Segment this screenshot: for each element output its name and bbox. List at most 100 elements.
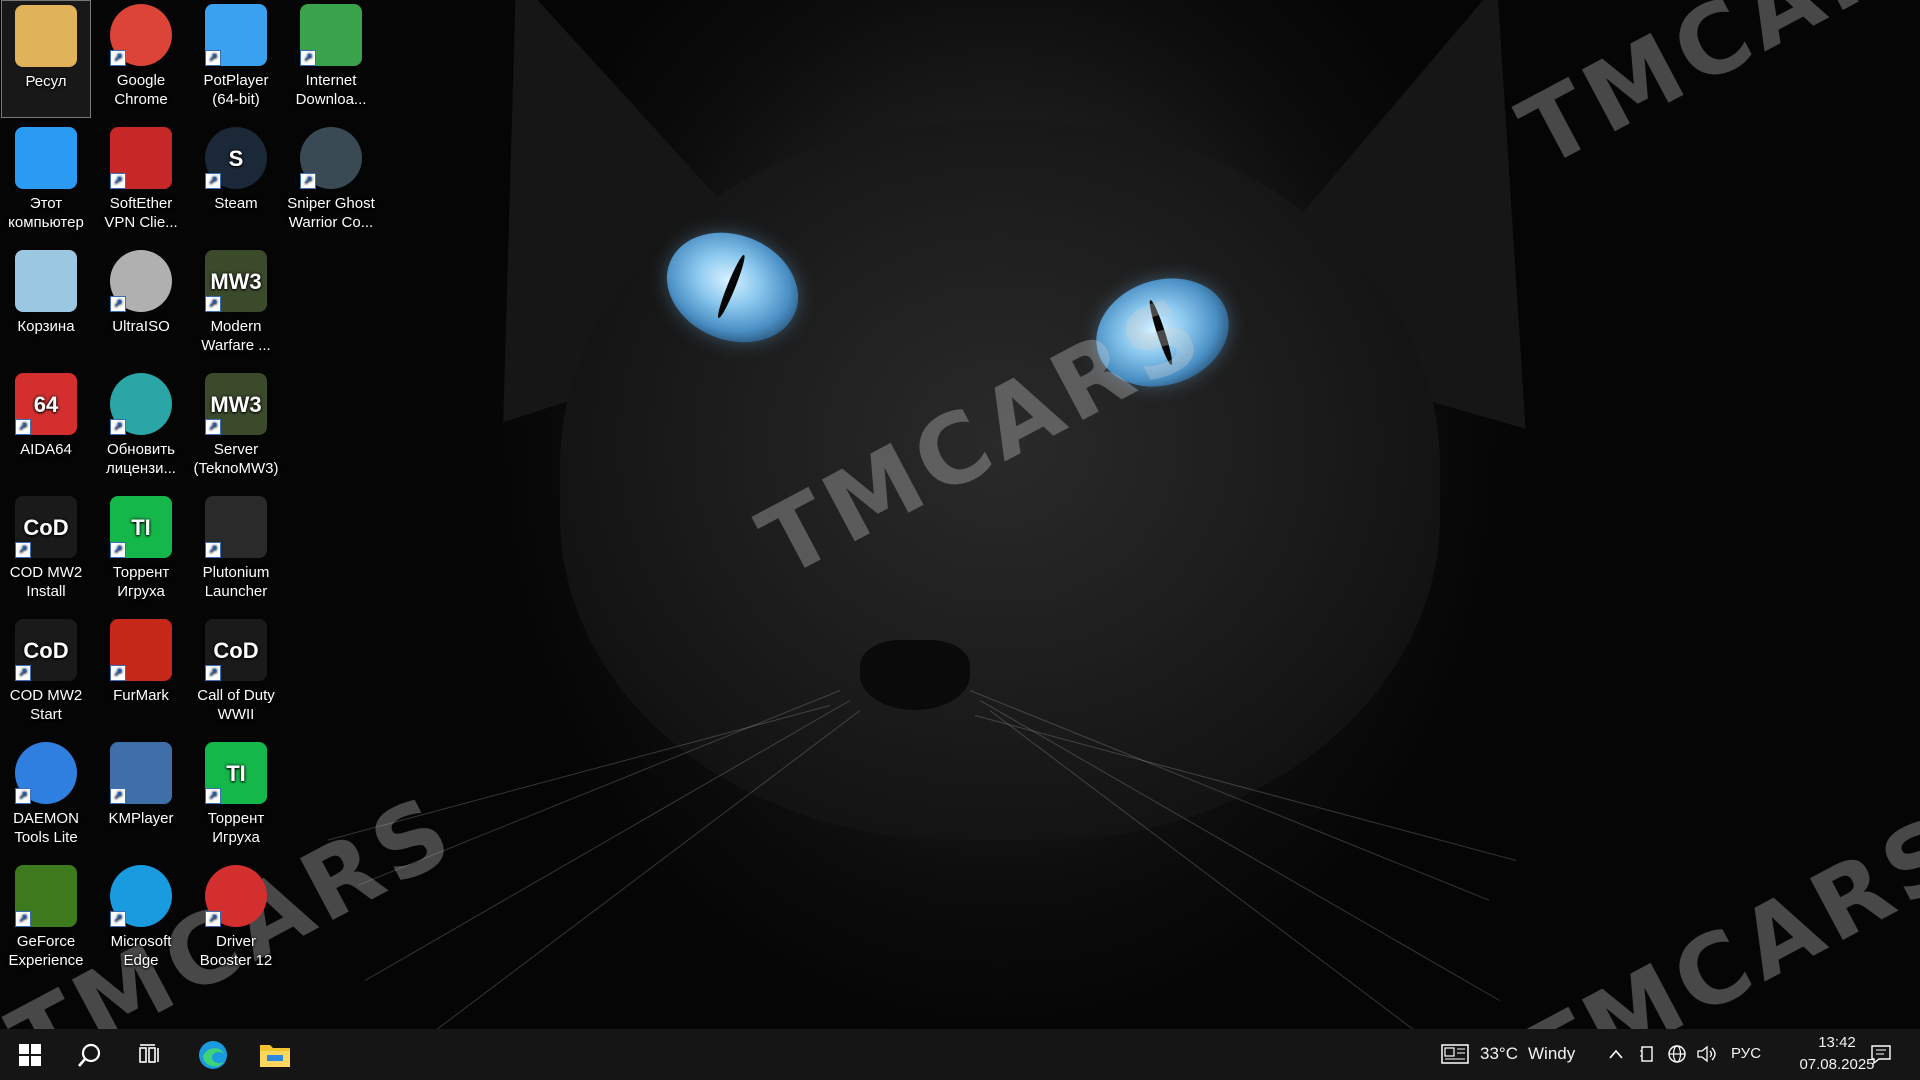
desktop-icon[interactable]: MW3 ↗ Server (TeknoMW3) [191,369,281,487]
desktop-icon-label: Google Chrome [114,72,168,108]
desktop-icon[interactable]: Корзина [1,246,91,364]
device-icon[interactable] [1636,1043,1658,1065]
desktop-icon-label: UltraISO [112,318,170,335]
plutonium-launcher-icon: ↗ [205,496,267,558]
steam-icon: S ↗ [205,127,267,189]
desktop-icon-label: Этот компьютер [8,195,84,231]
input-language-indicator[interactable]: РУС [1731,1045,1761,1062]
desktop-icon[interactable]: ↗ Driver Booster 12 [191,861,281,979]
edge-icon: ↗ [110,865,172,927]
watermark-text: TMCARS [1502,792,1920,1029]
driver-booster-icon: ↗ [205,865,267,927]
torrent-igruha-icon: TI ↗ [110,496,172,558]
desktop-icon[interactable]: TI ↗ Торрент Игруха [96,492,186,610]
network-globe-icon[interactable] [1666,1043,1688,1065]
chrome-icon: ↗ [110,4,172,66]
desktop-icon[interactable]: ↗ SoftEther VPN Clie... [96,123,186,241]
aida64-icon: 64 ↗ [15,373,77,435]
shortcut-arrow-icon: ↗ [110,911,126,927]
start-button[interactable] [0,1029,60,1080]
desktop-icon-label: Обновить лицензи... [106,441,176,477]
call-of-duty-wwii-icon: CoD ↗ [205,619,267,681]
desktop-icon[interactable]: ↗ KMPlayer [96,738,186,856]
shortcut-arrow-icon: ↗ [15,665,31,681]
shortcut-arrow-icon: ↗ [205,173,221,189]
search-icon [78,1043,101,1067]
geforce-experience-icon: ↗ [15,865,77,927]
shortcut-arrow-icon: ↗ [110,419,126,435]
show-hidden-icons-chevron-icon[interactable] [1605,1043,1627,1065]
volume-icon[interactable] [1696,1043,1718,1065]
desktop-icon-label: Call of Duty WWII [197,687,275,723]
desktop-icon-label: Modern Warfare ... [201,318,271,354]
desktop-icon[interactable]: CoD ↗ COD MW2 Install [1,492,91,610]
desktop-icon-label: Internet Downloa... [295,72,367,108]
shortcut-arrow-icon: ↗ [110,788,126,804]
weather-condition[interactable]: Windy [1528,1044,1575,1064]
this-pc-icon [15,127,77,189]
desktop-icon-label: COD MW2 Start [9,687,83,723]
wallpaper-cat-face [560,120,1440,840]
desktop-icon-label: Plutonium Launcher [202,564,270,600]
taskbar-edge-button[interactable] [183,1029,243,1080]
shortcut-arrow-icon: ↗ [15,419,31,435]
desktop-icon[interactable]: S ↗ Steam [191,123,281,241]
desktop-icon[interactable]: ↗ Google Chrome [96,0,186,118]
shortcut-arrow-icon: ↗ [110,296,126,312]
desktop-icon[interactable]: ↗ UltraISO [96,246,186,364]
windows-start-icon [19,1043,41,1066]
desktop-icon-label: Торрент Игруха [112,564,170,600]
user-folder-icon [15,5,77,67]
desktop-icon[interactable]: ↗ GeForce Experience [1,861,91,979]
desktop[interactable]: TMCARS TMCARS TMCARS TMCARS Ресул ↗ Google… [0,0,1920,1029]
shortcut-arrow-icon: ↗ [300,173,316,189]
wallpaper-whisker [364,700,851,981]
desktop-icon[interactable]: MW3 ↗ Modern Warfare ... [191,246,281,364]
desktop-icon-label: PotPlayer (64-bit) [203,72,269,108]
desktop-icon[interactable]: ↗ Обновить лицензи... [96,369,186,487]
desktop-icon[interactable]: ↗ PotPlayer (64-bit) [191,0,281,118]
server-teknomw3-icon: MW3 ↗ [205,373,267,435]
ultraiso-icon: ↗ [110,250,172,312]
kmplayer-icon: ↗ [110,742,172,804]
desktop-icon-label: Driver Booster 12 [199,933,273,969]
desktop-icon[interactable]: Ресул [1,0,91,118]
weather-temperature[interactable]: 33°C [1480,1044,1518,1064]
search-button[interactable] [60,1029,120,1080]
shortcut-arrow-icon: ↗ [205,50,221,66]
shortcut-arrow-icon: ↗ [110,50,126,66]
desktop-icon[interactable]: ↗ DAEMON Tools Lite [1,738,91,856]
desktop-icon[interactable]: ↗ Plutonium Launcher [191,492,281,610]
shortcut-arrow-icon: ↗ [110,173,126,189]
desktop-icon-label: Steam [214,195,258,212]
desktop-icon[interactable]: ↗ FurMark [96,615,186,733]
shortcut-arrow-icon: ↗ [15,911,31,927]
desktop-icon[interactable]: 64 ↗ AIDA64 [1,369,91,487]
desktop-icon[interactable]: TI ↗ Торрент Игруха [191,738,281,856]
notifications-icon[interactable] [1868,1043,1894,1065]
task-view-button[interactable] [120,1029,180,1080]
desktop-icon-label: AIDA64 [20,441,72,458]
desktop-icon-label: KMPlayer [108,810,174,827]
taskbar-file-explorer-button[interactable] [245,1029,305,1080]
internet-download-manager-icon: ↗ [300,4,362,66]
desktop-icon[interactable]: CoD ↗ COD MW2 Start [1,615,91,733]
shortcut-arrow-icon: ↗ [205,542,221,558]
potplayer-icon: ↗ [205,4,267,66]
recycle-bin-icon [15,250,77,312]
desktop-icon-label: Ресул [25,73,67,90]
modern-warfare-icon: MW3 ↗ [205,250,267,312]
cod-mw2-install-icon: CoD ↗ [15,496,77,558]
desktop-icon-label: GeForce Experience [8,933,84,969]
torrent-igruha-icon: TI ↗ [205,742,267,804]
desktop-icon-label: Торрент Игруха [207,810,265,846]
desktop-icon[interactable]: ↗ Microsoft Edge [96,861,186,979]
taskbar: 33°C Windy РУС 13:42 07.08.2025 [0,1029,1920,1080]
desktop-icon-label: Server (TeknoMW3) [193,441,279,477]
desktop-icon[interactable]: CoD ↗ Call of Duty WWII [191,615,281,733]
news-weather-icon[interactable] [1440,1043,1470,1065]
desktop-icon[interactable]: ↗ Sniper Ghost Warrior Co... [286,123,376,241]
desktop-icon[interactable]: Этот компьютер [1,123,91,241]
daemon-tools-icon: ↗ [15,742,77,804]
desktop-icon[interactable]: ↗ Internet Downloa... [286,0,376,118]
